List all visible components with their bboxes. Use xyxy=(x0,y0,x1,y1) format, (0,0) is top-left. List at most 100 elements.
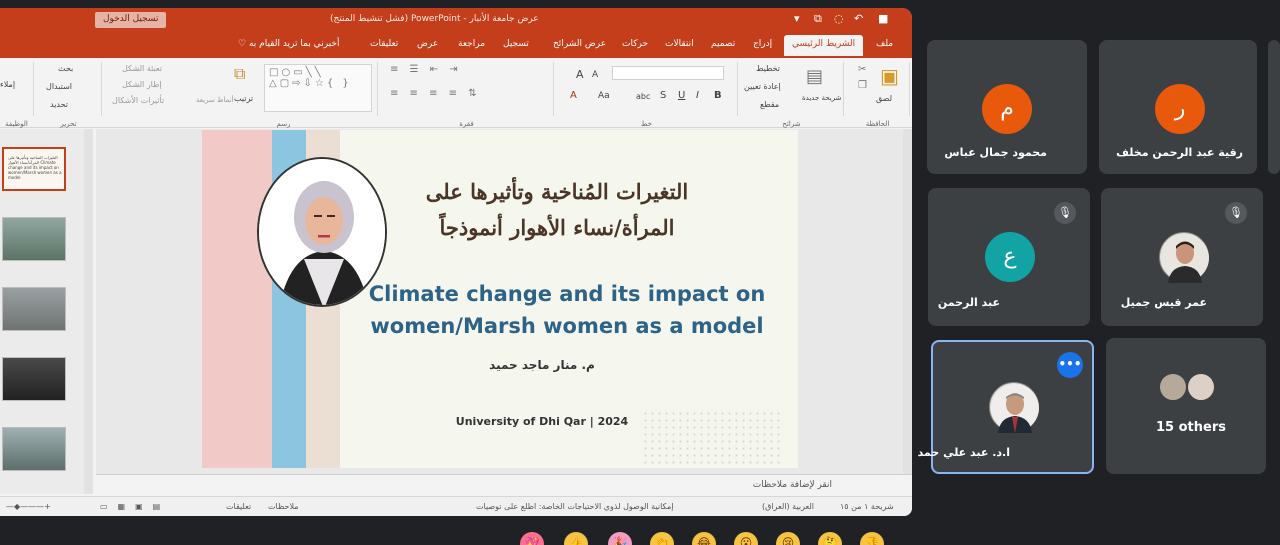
editing-group: بحث استبدال تحديد تحرير xyxy=(36,62,102,128)
participant-tile-3[interactable]: 🎙 ع عبد الرحمن xyxy=(928,188,1090,326)
save-icon[interactable]: ■ xyxy=(878,12,888,25)
paste-icon[interactable]: ▣ xyxy=(880,64,899,88)
title-bar: تسجيل الدخول عرض جامعة الأنبار - PowerPo… xyxy=(0,8,912,32)
tab-transitions[interactable]: انتقالات xyxy=(665,39,694,49)
clipboard-group: ▣ لصق ✂ ❐ الحافظة xyxy=(846,62,910,128)
ribbon-display-icon[interactable]: ▾ xyxy=(794,12,800,25)
thinking-reaction-icon[interactable]: 🤔 xyxy=(818,532,842,545)
notes-pane[interactable]: انقر لإضافة ملاحظات xyxy=(96,474,912,496)
slide-thumbnail-2[interactable] xyxy=(2,217,66,261)
slide-thumbnail-5[interactable] xyxy=(2,427,66,471)
change-case-button[interactable]: Aa xyxy=(598,91,610,101)
repeat-icon[interactable]: ◌ xyxy=(834,12,844,25)
section-button[interactable]: مقطع xyxy=(760,100,779,109)
new-slide-label[interactable]: شريحة جديدة xyxy=(802,94,841,102)
window-title: عرض جامعة الأنبار - PowerPoint (فشل تنشي… xyxy=(330,14,539,24)
shrink-font-button[interactable]: A xyxy=(592,70,598,80)
tab-design[interactable]: تصميم xyxy=(711,39,735,49)
select-button[interactable]: تحديد xyxy=(50,100,68,109)
zoom-slider[interactable]: —◆———+ xyxy=(6,502,51,511)
shapes-gallery[interactable]: □○▭╲╲ △▢⇨⇩☆{ } xyxy=(264,64,372,112)
align-icons[interactable]: ≡ ≡ ≡ ≡ ⇅ xyxy=(390,88,481,99)
others-tile[interactable]: 15 others xyxy=(1106,338,1266,474)
paste-label[interactable]: لصق xyxy=(876,94,892,103)
list-icons[interactable]: ≡ ☰ ⇤ ⇥ xyxy=(390,64,462,75)
participant-photo xyxy=(989,382,1039,433)
paragraph-group: ≡ ☰ ⇤ ⇥ ≡ ≡ ≡ ≡ ⇅ فقرة xyxy=(380,62,554,128)
cut-icon[interactable]: ✂ xyxy=(858,64,866,75)
bold-button[interactable]: B xyxy=(714,90,722,101)
arabic-title-line-2: المرأة/نساء الأهوار أنموذجاً xyxy=(439,215,675,240)
thumbnail-scrollbar[interactable] xyxy=(84,129,93,494)
shape-fill-button[interactable]: تعبئة الشكل xyxy=(122,64,162,73)
person-portrait-icon xyxy=(991,384,1039,433)
thumbs-down-reaction-icon[interactable]: 👎 xyxy=(860,532,884,545)
slide-thumbnail-1[interactable]: التغيرات المناخية وتأثيرها على المرأة/نس… xyxy=(2,147,66,191)
font-group: A A B I U S abc Aa A خط xyxy=(556,62,738,128)
grow-font-button[interactable]: A xyxy=(576,68,584,81)
clap-reaction-icon[interactable]: 👏 xyxy=(650,532,674,545)
tab-home[interactable]: الشريط الرئيسي xyxy=(784,35,864,56)
thumbs-up-reaction-icon[interactable]: 👍 xyxy=(564,532,588,545)
accessibility-status[interactable]: إمكانية الوصول لذوي الاحتياجات الخاصة: ا… xyxy=(476,502,673,511)
participant-tile-1[interactable]: م محمود جمال عباس xyxy=(927,40,1087,174)
more-options-icon[interactable]: ••• xyxy=(1057,352,1083,378)
reset-button[interactable]: إعادة تعيين xyxy=(744,82,781,91)
slide-thumbnails[interactable]: التغيرات المناخية وتأثيرها على المرأة/نس… xyxy=(0,129,92,494)
tab-comments[interactable]: تعليقات xyxy=(370,39,398,49)
view-buttons[interactable]: ▭▦▣▤ xyxy=(100,502,170,511)
tab-insert[interactable]: إدراج xyxy=(753,39,772,49)
quick-styles-button[interactable]: أنماط سريعة xyxy=(196,96,234,104)
tab-file[interactable]: ملف xyxy=(876,39,893,49)
participant-tile-5-active[interactable]: ••• ا.د. عبد علي حمد xyxy=(918,340,1094,474)
avatar: ر xyxy=(1155,84,1205,134)
slide-counter: شريحة ١ من ١٥ xyxy=(840,502,894,511)
tab-slideshow[interactable]: عرض الشرائح xyxy=(553,39,606,49)
undo-icon[interactable]: ↶ xyxy=(854,12,863,25)
new-slide-icon[interactable]: ▤ xyxy=(806,66,823,87)
surprised-reaction-icon[interactable]: 😮 xyxy=(734,532,758,545)
shape-icons[interactable]: □○▭╲╲ △▢⇨⇩☆{ } xyxy=(269,67,371,89)
char-spacing-button[interactable]: abc xyxy=(636,92,650,101)
italic-button[interactable]: I xyxy=(696,90,699,101)
shape-outline-button[interactable]: إطار الشكل xyxy=(122,80,162,89)
participant-name: محمود جمال عباس xyxy=(944,146,1047,159)
find-button[interactable]: بحث xyxy=(58,64,73,73)
slide-thumbnail-4[interactable] xyxy=(2,357,66,401)
party-reaction-icon[interactable]: 🎉 xyxy=(608,532,632,545)
underline-button[interactable]: U xyxy=(678,90,685,101)
tab-review[interactable]: مراجعة xyxy=(458,39,485,49)
arrange-icon[interactable]: ⧉ xyxy=(234,64,245,84)
layout-button[interactable]: تخطيط xyxy=(756,64,780,73)
comments-toggle[interactable]: تعليقات xyxy=(226,502,251,511)
font-label: خط xyxy=(641,120,652,128)
participant-tile-4[interactable]: 🎙 عمر قيس جميل xyxy=(1101,188,1263,326)
restore-icon[interactable]: ⧉ xyxy=(814,12,822,26)
slide-scrollbar[interactable] xyxy=(903,129,912,474)
heart-reaction-icon[interactable]: 💖 xyxy=(520,532,544,545)
tab-view[interactable]: عرض xyxy=(417,39,438,49)
font-name-box[interactable] xyxy=(612,66,724,80)
tell-me-search[interactable]: ♡ أخبرني بما تريد القيام به xyxy=(238,39,339,49)
pink-stripe xyxy=(202,130,272,468)
language-indicator: العربية (العراق) xyxy=(762,502,815,511)
participant-tile-2[interactable]: ر رقية عبد الرحمن مخلف xyxy=(1099,40,1257,174)
shadow-button[interactable]: S xyxy=(660,90,666,101)
notes-toggle[interactable]: ملاحظات xyxy=(268,502,299,511)
tab-record[interactable]: تسجيل xyxy=(503,39,529,49)
shape-effects-button[interactable]: تأثيرات الأشكال xyxy=(112,96,164,105)
sign-in-button[interactable]: تسجيل الدخول xyxy=(95,12,167,28)
slide-thumbnail-3[interactable] xyxy=(2,287,66,331)
sad-reaction-icon[interactable]: 😢 xyxy=(776,532,800,545)
tell-me-label: أخبرني بما تريد القيام به xyxy=(248,39,340,49)
laugh-reaction-icon[interactable]: 😂 xyxy=(692,532,716,545)
arrange-button[interactable]: ترتيب xyxy=(234,94,253,103)
copy-icon[interactable]: ❐ xyxy=(858,80,867,91)
participant-name: عبد الرحمن xyxy=(937,296,1000,309)
participant-name: عمر قيس جميل xyxy=(1120,296,1207,309)
drawing-group: □○▭╲╲ △▢⇨⇩☆{ } ⧉ ترتيب أنماط سريعة رسم xyxy=(190,62,378,128)
replace-button[interactable]: استبدال xyxy=(46,82,72,91)
dictate-button[interactable]: إملاء xyxy=(0,80,15,89)
font-color-button[interactable]: A xyxy=(570,90,577,101)
tab-animations[interactable]: حركات xyxy=(622,39,648,49)
